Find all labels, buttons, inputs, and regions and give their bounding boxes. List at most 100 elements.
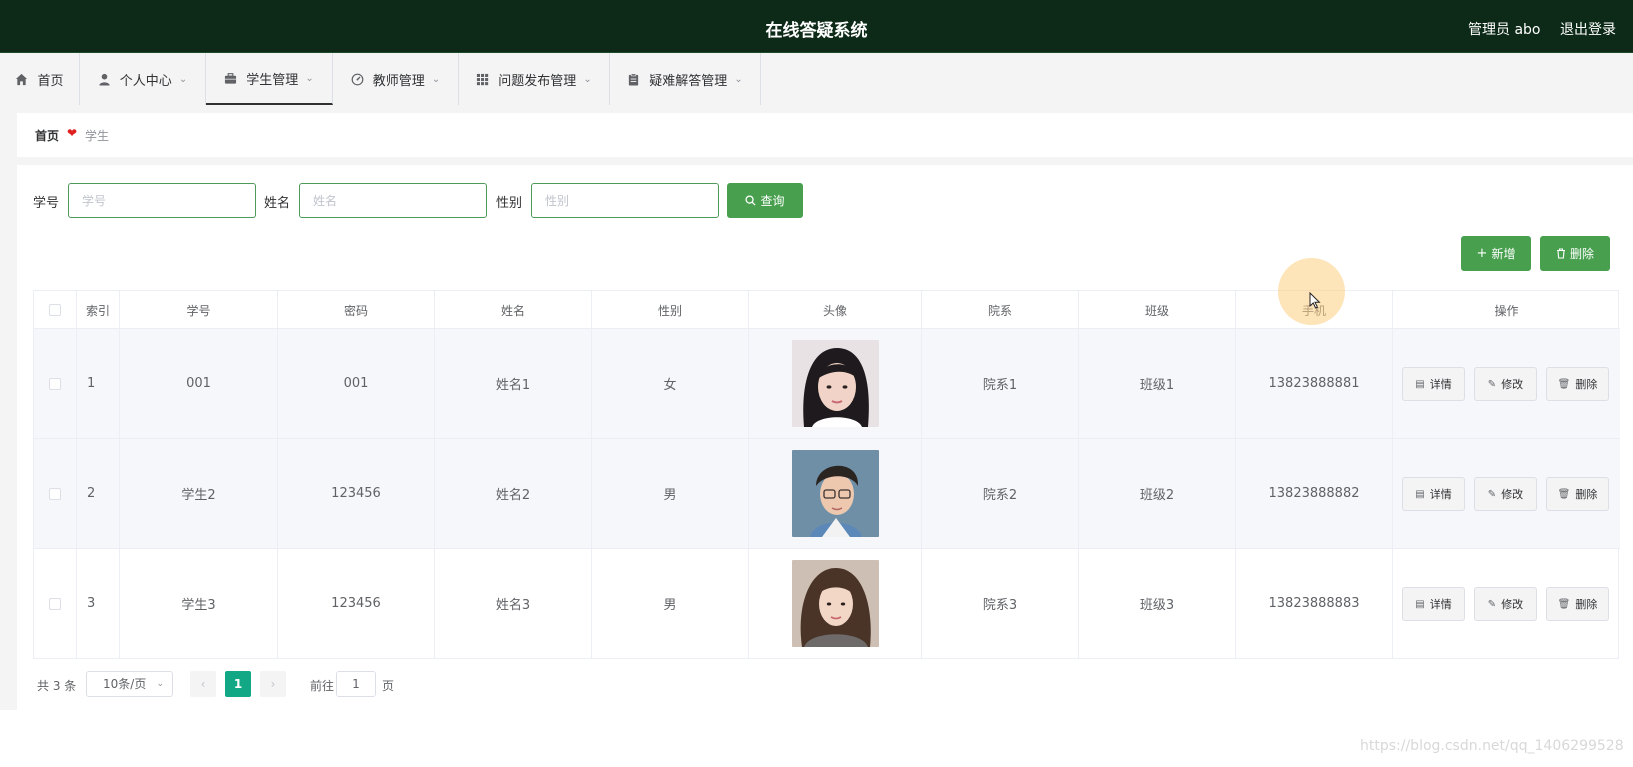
- detail-button[interactable]: ▤ 详情: [1402, 477, 1465, 511]
- delete-button[interactable]: 🗑 删除: [1546, 477, 1609, 511]
- delete-label: 删除: [1575, 378, 1598, 391]
- chevron-down-icon: ⌄: [734, 73, 743, 85]
- add-button-label: 新增: [1491, 247, 1516, 261]
- gauge-icon: [351, 73, 364, 85]
- select-all-checkbox[interactable]: [49, 304, 61, 316]
- column-header: 性别: [592, 291, 749, 329]
- edit-button[interactable]: ✎ 修改: [1474, 587, 1537, 621]
- detail-button[interactable]: ▤ 详情: [1402, 367, 1465, 401]
- cell-avatar: [749, 549, 922, 658]
- cell-student-id: 学生2: [120, 439, 278, 548]
- nav-item-answer-management[interactable]: 疑难解答管理 ⌄: [610, 53, 761, 105]
- column-header: 院系: [922, 291, 1079, 329]
- chevron-down-icon: ⌄: [431, 73, 441, 85]
- cell-phone: 13823888881: [1236, 329, 1393, 438]
- page-number-active[interactable]: 1: [225, 671, 251, 697]
- main-nav: 首页 个人中心 ⌄ 学生管理 ⌄ 教师管理 ⌄ 问题发布管理 ⌄ 疑难解答管理 …: [0, 53, 1633, 105]
- table-header: 索引 学号 密码 姓名 性别 头像 院系 班级 手机 操作: [34, 291, 1620, 329]
- query-button[interactable]: 查询: [727, 183, 803, 218]
- row-checkbox[interactable]: [49, 597, 61, 610]
- search-sid-input[interactable]: [68, 183, 256, 218]
- search-label-gender: 性别: [496, 196, 523, 211]
- trash-icon: 🗑: [1557, 378, 1571, 390]
- breadcrumb-home[interactable]: 首页: [35, 127, 59, 144]
- cell-name: 姓名2: [435, 439, 592, 548]
- cell-gender: 男: [592, 439, 749, 548]
- search-gender-input[interactable]: [531, 183, 719, 218]
- page-gutter: [0, 165, 17, 710]
- avatar: [791, 340, 879, 427]
- cell-department: 院系1: [922, 329, 1079, 438]
- search-name-input[interactable]: [299, 183, 487, 218]
- clipboard-icon: [629, 72, 639, 86]
- column-header: 操作: [1494, 303, 1519, 318]
- nav-item-question-management[interactable]: 问题发布管理 ⌄: [459, 53, 610, 105]
- row-select-cell: [34, 549, 77, 658]
- delete-button[interactable]: 🗑 删除: [1546, 367, 1609, 401]
- avatar: [791, 560, 879, 647]
- document-icon: ▤: [1415, 488, 1425, 500]
- batch-delete-button[interactable]: 删除: [1540, 236, 1610, 271]
- column-header: 头像: [749, 291, 922, 329]
- cell-phone: 13823888883: [1236, 549, 1393, 658]
- chevron-down-icon: ⌄: [305, 72, 314, 84]
- cell-class: 班级3: [1079, 549, 1236, 658]
- grid-icon: [477, 73, 489, 85]
- row-select-cell: [34, 329, 77, 438]
- page-size-select[interactable]: 10条/页 ⌄: [86, 671, 173, 697]
- cell-gender: 女: [592, 329, 749, 438]
- trash-icon: 🗑: [1557, 488, 1571, 500]
- select-all-cell: [34, 291, 77, 329]
- next-page-button[interactable]: ›: [260, 671, 286, 697]
- trash-icon: [1556, 248, 1565, 259]
- chevron-down-icon: ⌄: [583, 73, 592, 85]
- detail-button[interactable]: ▤ 详情: [1402, 587, 1465, 621]
- home-icon: [16, 73, 28, 85]
- nav-item-student-management[interactable]: 学生管理 ⌄: [206, 53, 333, 105]
- user-icon: [99, 73, 110, 86]
- row-checkbox[interactable]: [49, 377, 61, 390]
- add-button[interactable]: + 新增: [1461, 236, 1531, 271]
- cell-index: 2: [77, 439, 120, 548]
- cell-avatar: [749, 439, 922, 548]
- logout-button[interactable]: 退出登录: [1560, 19, 1616, 39]
- app-title: 在线答疑系统: [765, 21, 868, 41]
- cell-class: 班级2: [1079, 439, 1236, 548]
- cell-department: 院系2: [922, 439, 1079, 548]
- edit-button[interactable]: ✎ 修改: [1474, 477, 1537, 511]
- cell-avatar: [749, 329, 922, 438]
- search-icon: [745, 195, 757, 206]
- table-row: 2 学生2 123456 姓名2 男 院系2 班级2 13823888882 ▤…: [34, 439, 1620, 549]
- cell-password: 123456: [278, 439, 435, 548]
- prev-page-button[interactable]: ‹: [190, 671, 216, 697]
- detail-label: 详情: [1429, 598, 1452, 611]
- delete-button[interactable]: 🗑 删除: [1546, 587, 1609, 621]
- breadcrumb: 首页 ❤ 学生: [17, 113, 1633, 157]
- cell-actions: ▤ 详情 ✎ 修改 🗑 删除: [1393, 549, 1620, 658]
- goto-suffix: 页: [382, 679, 395, 693]
- breadcrumb-area: 首页 ❤ 学生: [0, 105, 1633, 165]
- table-row: 1 001 001 姓名1 女 院系1 班级1 13823888881 ▤ 详情 …: [34, 329, 1620, 439]
- edit-label: 修改: [1501, 598, 1524, 611]
- cell-name: 姓名1: [435, 329, 592, 438]
- detail-label: 详情: [1429, 488, 1452, 501]
- column-header: 索引: [77, 291, 120, 329]
- plus-icon: +: [1476, 246, 1488, 261]
- edit-button[interactable]: ✎ 修改: [1474, 367, 1537, 401]
- nav-item-label: 问题发布管理: [498, 73, 577, 89]
- page-size-value: 10条/页: [103, 677, 147, 691]
- nav-item-teacher-management[interactable]: 教师管理 ⌄: [333, 53, 459, 105]
- cell-index: 3: [77, 549, 120, 658]
- cell-gender: 男: [592, 549, 749, 658]
- goto-prefix: 前往: [310, 679, 335, 693]
- top-header: 在线答疑系统 管理员 abo 退出登录: [0, 0, 1633, 53]
- nav-item-personal-center[interactable]: 个人中心 ⌄: [80, 53, 206, 105]
- heart-icon: ❤: [67, 126, 78, 140]
- cell-class: 班级1: [1079, 329, 1236, 438]
- goto-page-input[interactable]: [336, 671, 376, 697]
- pagination-total: 共 3 条: [37, 679, 77, 693]
- cell-student-id: 学生3: [120, 549, 278, 658]
- row-select-cell: [34, 439, 77, 548]
- nav-item-home[interactable]: 首页: [0, 53, 80, 105]
- row-checkbox[interactable]: [49, 487, 61, 500]
